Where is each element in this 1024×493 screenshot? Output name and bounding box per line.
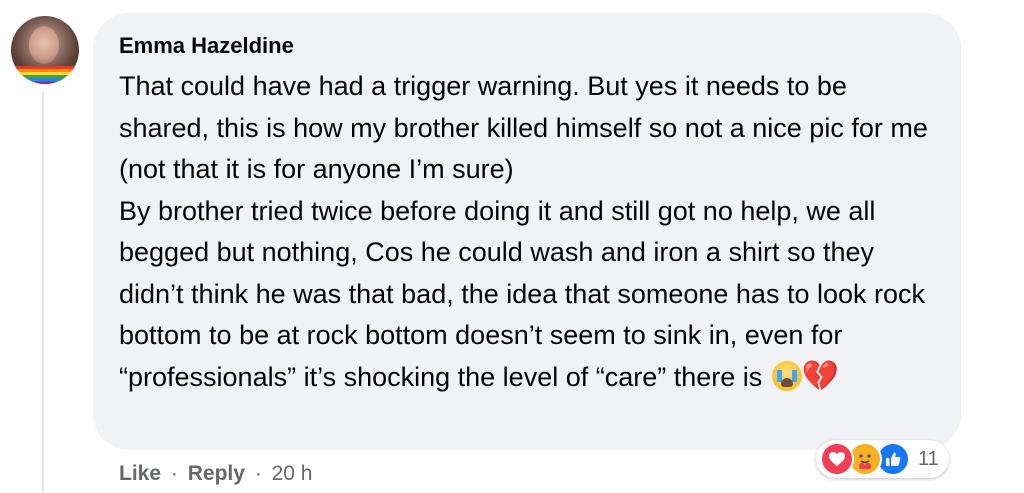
comment-bubble: Emma Hazeldine That could have had a tri… (93, 13, 961, 450)
comment-text: That could have had a trigger warning. B… (119, 66, 935, 398)
love-reaction-icon (820, 442, 854, 476)
separator: · (170, 462, 178, 485)
comment-author[interactable]: Emma Hazeldine (119, 32, 935, 60)
reply-button[interactable]: Reply (188, 462, 245, 485)
avatar-rainbow-frame (11, 66, 79, 84)
avatar[interactable] (11, 16, 79, 84)
loudly-crying-face-icon (771, 360, 802, 391)
comment-paragraph-1: That could have had a trigger warning. B… (119, 71, 928, 184)
avatar-face (29, 26, 59, 64)
like-button[interactable]: Like (119, 462, 161, 485)
timestamp[interactable]: 20 h (272, 462, 313, 485)
separator: · (254, 462, 262, 485)
comment-paragraph-2: By brother tried twice before doing it a… (119, 191, 935, 399)
comment-actions: Like · Reply · 20 h (119, 460, 312, 488)
reaction-count: 11 (918, 448, 939, 470)
reactions-summary[interactable]: 11 (816, 440, 949, 478)
broken-heart-icon: 💔 (801, 359, 840, 393)
thread-line (42, 92, 44, 493)
